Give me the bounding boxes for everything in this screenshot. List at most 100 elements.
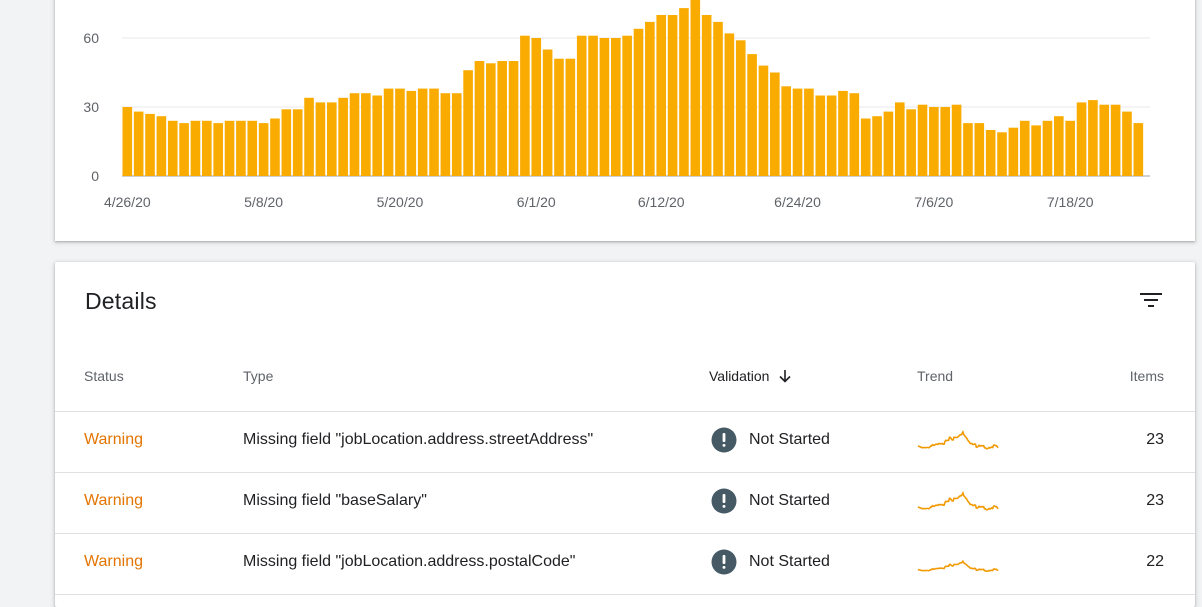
bar[interactable] <box>849 93 860 176</box>
bar[interactable] <box>326 102 337 176</box>
bar[interactable] <box>917 104 928 176</box>
bar[interactable] <box>735 40 746 176</box>
bar[interactable] <box>781 86 791 176</box>
bar[interactable] <box>656 15 667 176</box>
bar[interactable] <box>406 90 417 176</box>
bar[interactable] <box>929 107 939 176</box>
bar[interactable] <box>474 61 485 176</box>
bar[interactable] <box>1008 127 1019 176</box>
bar[interactable] <box>940 107 951 176</box>
bar[interactable] <box>463 70 473 176</box>
bar[interactable] <box>304 97 314 176</box>
bar[interactable] <box>1042 120 1053 176</box>
bar[interactable] <box>156 116 167 176</box>
bar[interactable] <box>838 90 848 176</box>
bar[interactable] <box>167 120 178 176</box>
column-header-trend[interactable]: Trend <box>917 368 953 384</box>
bar[interactable] <box>361 93 371 176</box>
bar[interactable] <box>826 95 837 177</box>
bar[interactable] <box>645 21 655 177</box>
bar[interactable] <box>770 72 780 177</box>
bar[interactable] <box>122 107 133 176</box>
bar[interactable] <box>292 109 303 176</box>
bar[interactable] <box>1099 104 1110 176</box>
details-table: Status Type Validation Trend Items Warni… <box>55 350 1195 595</box>
bar[interactable] <box>247 120 258 176</box>
bar[interactable] <box>1076 102 1087 176</box>
table-row[interactable]: Warning Missing field "jobLocation.addre… <box>55 534 1195 595</box>
column-header-validation[interactable]: Validation <box>709 368 793 384</box>
bar[interactable] <box>281 109 292 176</box>
bar[interactable] <box>451 93 462 176</box>
bar[interactable] <box>963 123 973 176</box>
bar[interactable] <box>883 111 894 176</box>
bar[interactable] <box>315 102 326 176</box>
bar[interactable] <box>497 61 507 176</box>
bar[interactable] <box>622 35 632 177</box>
bar[interactable] <box>792 88 803 176</box>
bar[interactable] <box>565 58 576 176</box>
bar[interactable] <box>440 93 451 176</box>
bar[interactable] <box>202 120 212 176</box>
bar[interactable] <box>599 38 610 176</box>
bar[interactable] <box>1054 116 1064 176</box>
bar[interactable] <box>145 113 155 176</box>
bar[interactable] <box>133 111 144 176</box>
bar[interactable] <box>815 95 826 177</box>
bar[interactable] <box>213 123 223 176</box>
column-header-type[interactable]: Type <box>243 368 273 384</box>
bar[interactable] <box>1122 111 1132 176</box>
bar[interactable] <box>758 65 769 176</box>
bar[interactable] <box>610 38 621 176</box>
bar[interactable] <box>985 130 996 176</box>
table-row[interactable]: Warning Missing field "jobLocation.addre… <box>55 412 1195 473</box>
bar[interactable] <box>576 35 587 177</box>
bar[interactable] <box>349 93 360 176</box>
bar[interactable] <box>894 102 905 176</box>
bar[interactable] <box>372 95 383 177</box>
bar[interactable] <box>486 63 496 176</box>
bar[interactable] <box>1065 120 1075 176</box>
bar[interactable] <box>270 118 280 177</box>
bar[interactable] <box>679 8 689 176</box>
bar[interactable] <box>224 120 235 176</box>
bar[interactable] <box>633 28 644 176</box>
bar[interactable] <box>804 88 814 176</box>
bar[interactable] <box>179 123 189 176</box>
bar[interactable] <box>860 118 871 177</box>
bar[interactable] <box>508 61 519 176</box>
bar[interactable] <box>520 35 530 177</box>
bar[interactable] <box>724 33 735 177</box>
bar[interactable] <box>236 120 246 176</box>
bar[interactable] <box>747 54 757 176</box>
bar[interactable] <box>974 123 985 176</box>
bar[interactable] <box>417 88 428 176</box>
bar[interactable] <box>258 123 269 176</box>
bar[interactable] <box>997 132 1007 176</box>
bar[interactable] <box>588 35 598 177</box>
bar[interactable] <box>395 88 405 176</box>
bar[interactable] <box>1133 123 1144 176</box>
bar[interactable] <box>906 109 916 176</box>
bar[interactable] <box>951 104 962 176</box>
bar[interactable] <box>713 21 723 177</box>
bar[interactable] <box>701 15 712 176</box>
bar[interactable] <box>1088 100 1098 176</box>
bar[interactable] <box>338 97 348 176</box>
bar[interactable] <box>1031 125 1041 176</box>
bar[interactable] <box>1110 104 1121 176</box>
bar[interactable] <box>383 88 394 176</box>
bar[interactable] <box>542 49 553 177</box>
bar[interactable] <box>690 0 701 176</box>
filter-button[interactable] <box>1137 286 1165 314</box>
bar[interactable] <box>190 120 201 176</box>
bar[interactable] <box>872 116 882 176</box>
column-header-status[interactable]: Status <box>84 368 124 384</box>
table-row[interactable]: Warning Missing field "baseSalary" Not S… <box>55 473 1195 534</box>
bar[interactable] <box>554 58 564 176</box>
bar[interactable] <box>1019 120 1030 176</box>
bar[interactable] <box>667 15 678 176</box>
bar[interactable] <box>429 88 439 176</box>
column-header-items[interactable]: Items <box>1130 368 1164 384</box>
bar[interactable] <box>531 38 542 176</box>
